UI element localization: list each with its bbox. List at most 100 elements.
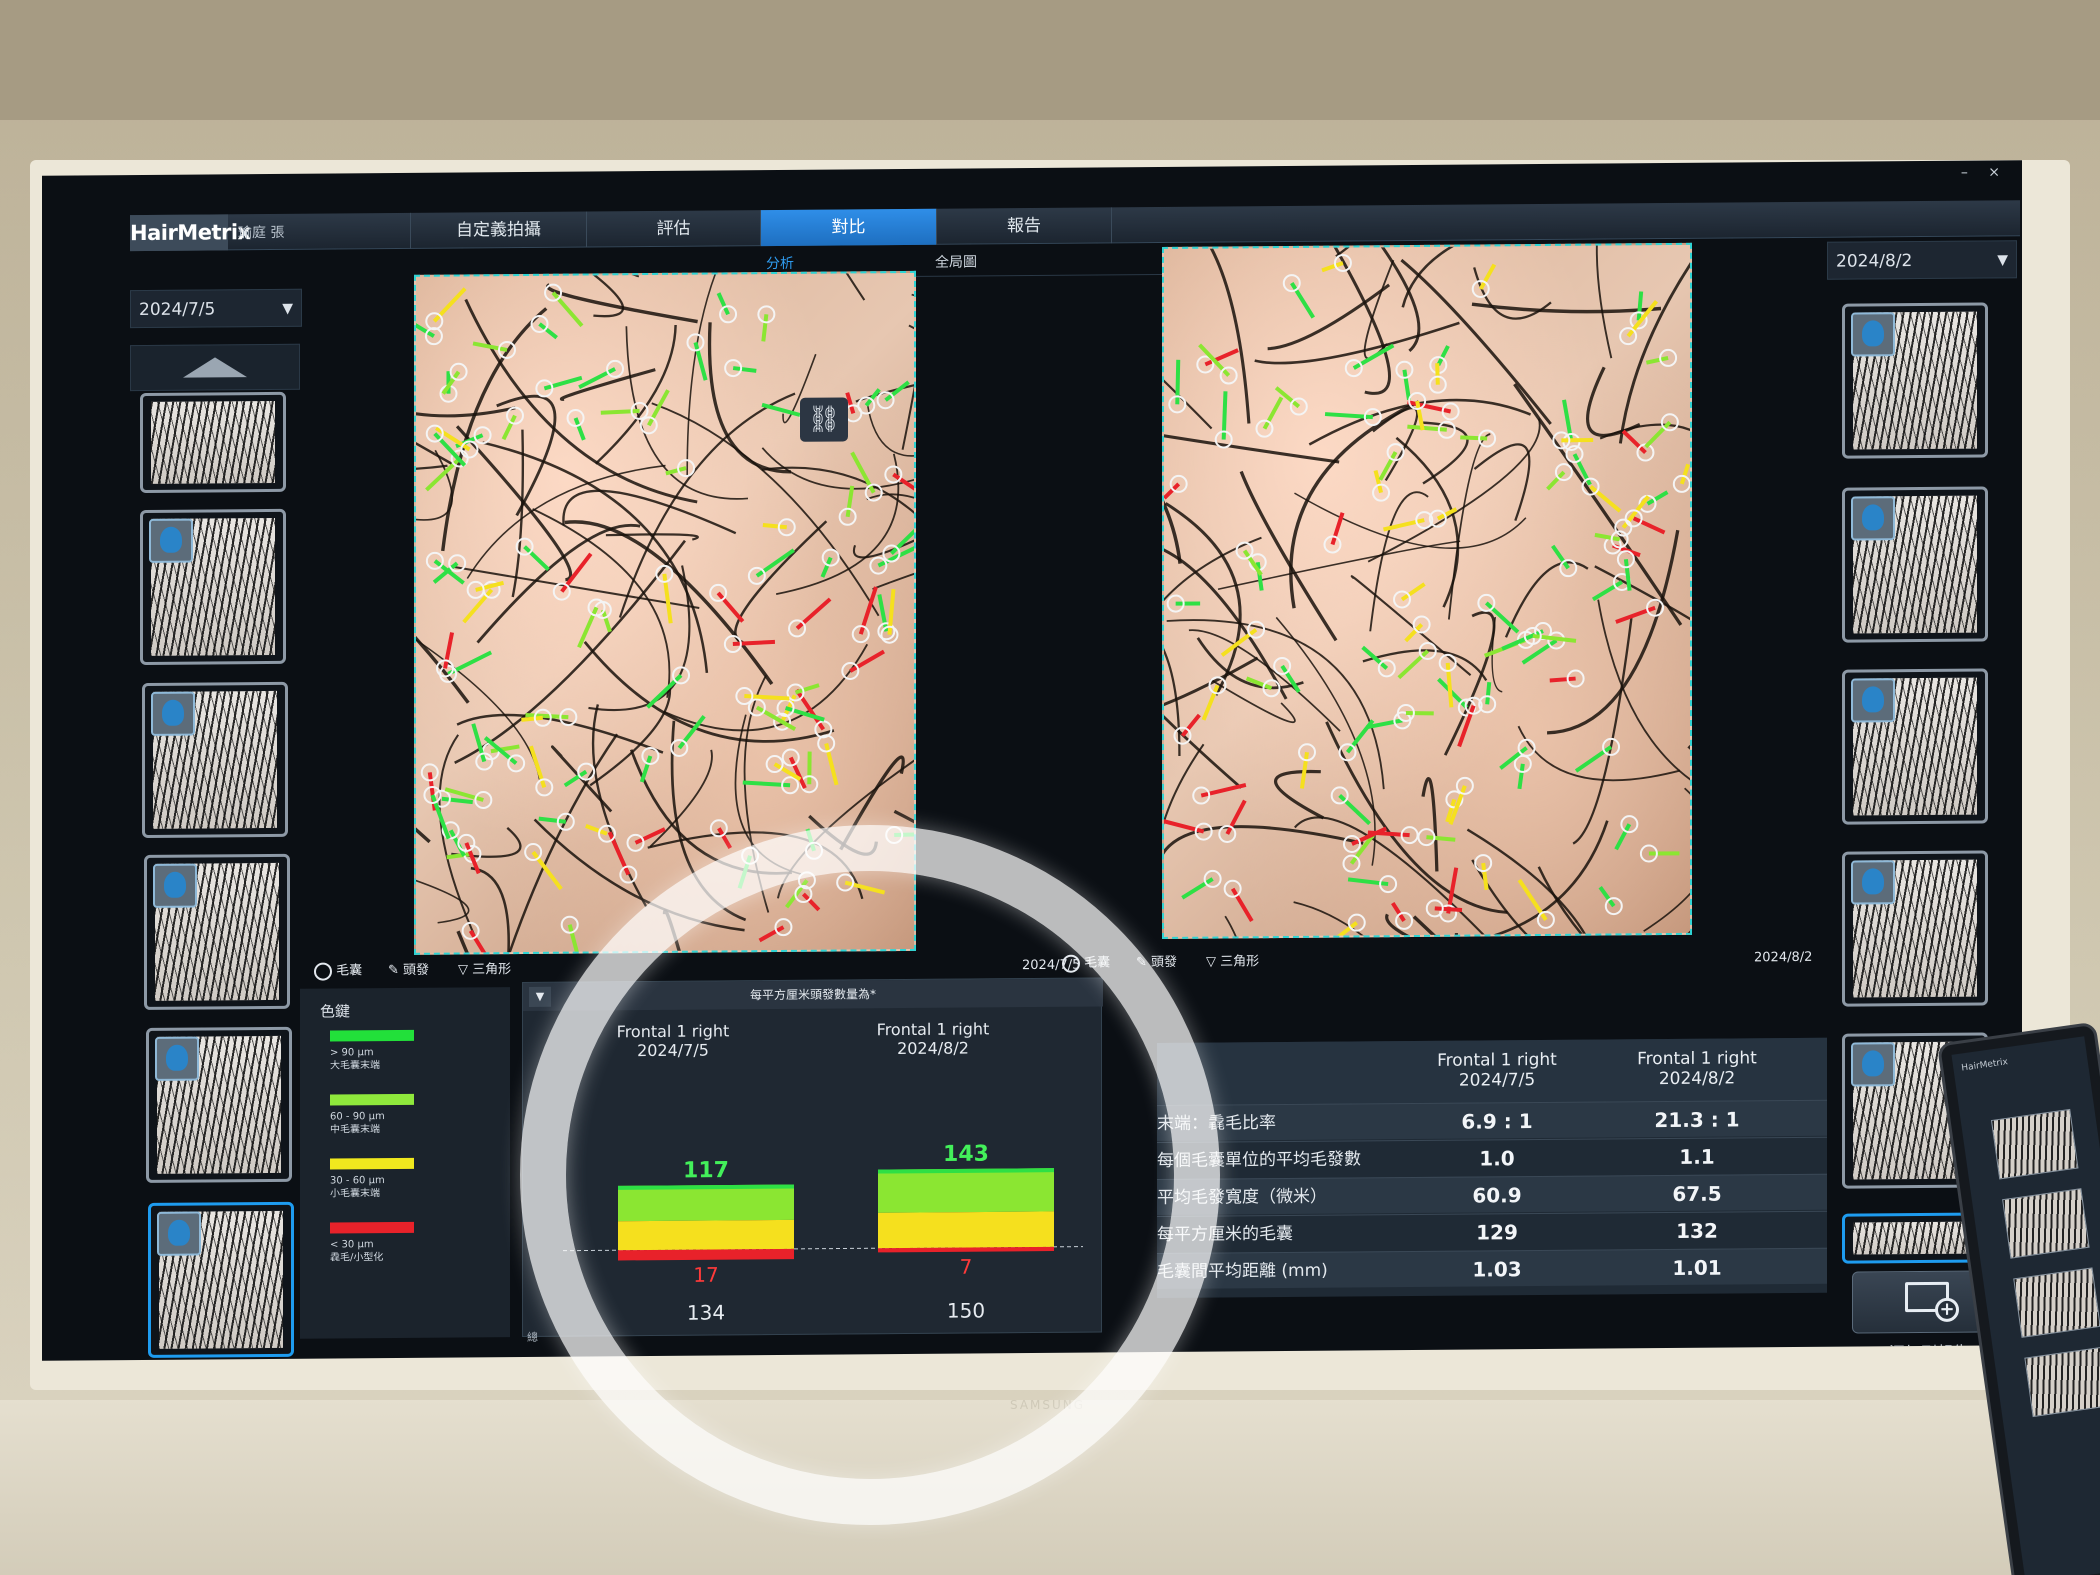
head-region-icon [151,691,195,736]
stats-row-label: 每平方厘米的毛囊 [1157,1223,1293,1246]
hair-measure-marker [523,545,550,571]
right-image-date: 2024/8/2 [1754,949,1813,966]
hair-strand [872,505,916,590]
app-window: – × HairMetrix 瑜庭 張 自定義拍攝 評估 對比 報告 分析 全局… [42,160,2022,1361]
hair-strand [455,425,573,582]
left-date-value: 2024/7/5 [139,299,216,321]
right-thumbnail-4[interactable] [1842,850,1988,1007]
hair-strand [498,272,640,278]
triangle-toggle[interactable]: ▽ 三角形 [458,954,511,986]
hair-strand [1224,915,1273,939]
thumbnail-3[interactable] [142,681,288,838]
thumbnail-2[interactable] [140,508,286,666]
phone-thumbnail [1990,1108,2079,1180]
follicle-marker [1289,397,1308,416]
hair-strand [1643,787,1692,932]
right-scalp-image[interactable] [1162,242,1692,939]
tab-compare[interactable]: 對比 [760,208,936,247]
follicle-toggle[interactable]: 毛囊 [1062,947,1110,979]
follicle-marker [473,426,492,445]
hair-strand [416,601,431,844]
hair-measure-marker [600,609,612,633]
stats-value-2: 21.3 : 1 [1654,1107,1740,1133]
stats-value-1: 60.9 [1472,1183,1522,1208]
follicle-marker [606,359,625,378]
bar-vellus-label: 7 [960,1255,973,1279]
follicle-toggle[interactable]: 毛囊 [314,955,362,987]
hair-strand [1586,366,1641,437]
follicle-marker [507,754,526,773]
right-date-select[interactable]: 2024/8/2 ▼ [1827,240,2017,280]
chevron-down-icon: ▼ [282,300,293,317]
hair-strand [1504,561,1589,638]
hair-strand [663,643,869,732]
hair-measure-marker [845,392,856,414]
hair-measure-marker [1262,396,1284,430]
triangle-toggle[interactable]: ▽ 三角形 [1206,946,1259,978]
follicle-marker [788,619,807,638]
phone-thumbnail [2013,1267,2100,1338]
hair-measure-marker [1175,359,1181,405]
right-thumbnail-3[interactable] [1842,668,1988,825]
hair-strand [670,720,747,922]
hair-icon: ✎ [1136,955,1147,971]
hair-measure-marker [1517,763,1525,790]
follicle-icon [314,961,332,981]
hair-measure-marker [521,715,543,722]
hair-measure-marker [732,639,776,647]
hair-measure-marker [1636,291,1644,321]
hair-strand [1572,617,1633,845]
head-region-icon [1851,860,1895,905]
hair-strand [1164,502,1242,696]
thumbnail-6-selected[interactable] [148,1201,294,1358]
hair-strand [416,587,541,780]
hair-strand [901,272,916,450]
follicle-marker [424,327,443,346]
hair-measure-marker [894,832,916,837]
follicle-marker [1344,359,1363,378]
link-images-button[interactable]: ⛓ [800,397,848,442]
follicle-marker [1169,474,1188,493]
hair-strand [1597,599,1692,815]
hair-measure-marker [441,796,473,805]
hair-measure-marker [677,715,706,750]
hair-measure-marker [1426,835,1456,842]
thumbnail-1[interactable] [140,391,286,494]
left-date-select[interactable]: 2024/7/5 ▼ [130,288,302,329]
arrow-up-icon [183,357,247,378]
hair-strand [1471,302,1662,314]
left-scalp-image[interactable] [414,270,916,955]
hair-measure-marker [416,314,435,338]
stats-value-1: 6.9 : 1 [1461,1109,1533,1134]
stats-col-1-header: Frontal 1 right 2024/7/5 [1437,1049,1557,1091]
hair-measure-marker [1434,906,1463,913]
hair-density-chart: 每平方厘米頭發數量為* ▼ Frontal 1 right 2024/7/5 Fr… [522,977,1103,1344]
hair-strand [839,755,905,851]
hair-measure-marker [732,366,757,373]
thumbnail-4[interactable] [144,853,290,1010]
hair-toggle[interactable]: ✎ 頭發 [388,955,429,987]
stats-row: 平均毛發寬度（微米） 60.9 67.5 [1157,1173,1827,1216]
thumbnail-scroll-up-button[interactable] [130,343,300,392]
tab-custom-capture[interactable]: 自定義拍攝 [410,211,586,249]
tab-report[interactable]: 報告 [936,207,1112,245]
tab-assessment[interactable]: 評估 [586,210,760,248]
hair-toggle[interactable]: ✎ 頭發 [1136,947,1177,979]
stats-row: 末端：毳毛比率 6.9 : 1 21.3 : 1 [1157,1099,1827,1142]
window-controls[interactable]: – × [1961,164,2008,180]
thumbnail-5[interactable] [146,1026,292,1183]
hair-measure-marker [1345,719,1375,754]
hair-measure-marker [850,451,876,494]
follicle-icon [1062,954,1080,973]
hair-measure-marker [1435,363,1440,385]
follicle-marker [1377,659,1396,678]
chart-dropdown-button[interactable]: ▼ [529,986,551,1007]
hair-strand [1164,244,1213,430]
right-thumbnail-1[interactable] [1842,302,1988,459]
phone-thumbnail [2002,1188,2090,1259]
right-thumbnail-2[interactable] [1842,486,1988,643]
follicle-marker [505,406,524,425]
hair-strand [707,322,792,474]
hair-strand [758,272,866,301]
follicle-marker [1412,615,1431,634]
